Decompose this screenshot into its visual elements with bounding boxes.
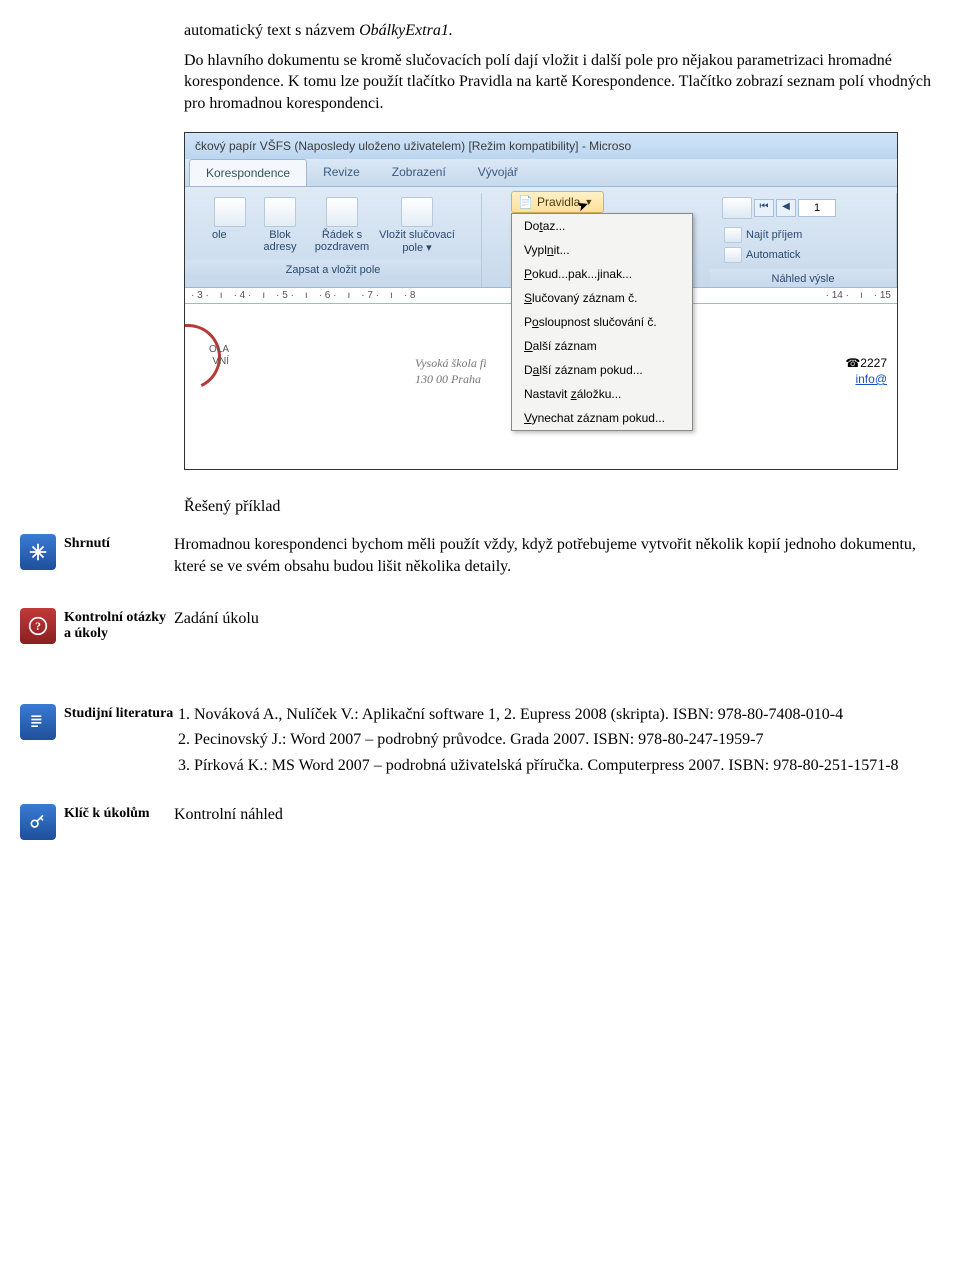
key-label: Klíč k úkolům <box>64 804 174 822</box>
menu-dalsi-zaznam-pokud[interactable]: Další záznam pokud... <box>512 358 692 382</box>
menu-posloupnost[interactable]: Posloupnost slučování č. <box>512 310 692 334</box>
literature-item-1: Nováková A., Nulíček V.: Aplikační softw… <box>194 704 940 726</box>
btn-automaticky[interactable]: Automatick <box>724 247 882 263</box>
literature-icon <box>20 704 56 740</box>
menu-vynechat-zaznam[interactable]: Vynechat záznam pokud... <box>512 406 692 430</box>
svg-text:?: ? <box>35 620 41 633</box>
nav-record-field[interactable]: 1 <box>798 199 836 217</box>
intro-p1-italic: ObálkyExtra1. <box>359 22 453 39</box>
literature-item-3: Pírková K.: MS Word 2007 – podrobná uživ… <box>194 755 940 777</box>
menu-pokud-pak-jinak[interactable]: Pokud...pak...jinak... <box>512 262 692 286</box>
btn-najit-prijem[interactable]: Najít příjem <box>724 227 882 243</box>
btn-left-fragment[interactable]: ole <box>208 195 252 256</box>
key-icon <box>20 804 56 840</box>
insert-merge-field-icon <box>401 197 433 227</box>
find-recipient-icon <box>724 227 742 243</box>
ribbon-tabs: Korespondence Revize Zobrazení Vývojář <box>185 159 897 187</box>
intro-p1-pre: automatický text s názvem <box>184 22 359 39</box>
nav-prev-button[interactable]: ◀ <box>776 199 796 217</box>
rules-icon: 📄 <box>518 195 533 209</box>
preview-results-icon[interactable] <box>722 197 752 219</box>
record-navigator: ⏮ ◀ 1 <box>718 195 888 221</box>
solved-example-heading: Řešený příklad <box>184 498 940 516</box>
window-title: čkový papír VŠFS (Naposledy uloženo uživ… <box>185 133 897 159</box>
tab-revize[interactable]: Revize <box>307 159 376 186</box>
btn-radek-pozdravem[interactable]: Řádek s pozdravem <box>308 195 376 256</box>
btn-blok-adresy[interactable]: Blok adresy <box>252 195 308 256</box>
literature-body: Nováková A., Nulíček V.: Aplikační softw… <box>174 704 940 781</box>
summary-label: Shrnutí <box>64 534 174 552</box>
menu-nastavit-zalozku[interactable]: Nastavit záložku... <box>512 382 692 406</box>
tab-zobrazeni[interactable]: Zobrazení <box>376 159 462 186</box>
ribbon-group-fields: ole Blok adresy Řádek s pozdravem Vložit… <box>185 193 482 287</box>
summary-body: Hromadnou korespondenci bychom měli použ… <box>174 534 940 577</box>
letterhead-text: Vysoká škola fi 130 00 Praha <box>415 356 487 387</box>
group-label-zapsat: Zapsat a vložit pole <box>185 260 481 278</box>
letterhead-email-link[interactable]: info@ <box>845 372 887 388</box>
ribbon-group-preview: ⏮ ◀ 1 Najít příjem Automatick Náhled výs… <box>710 193 897 287</box>
literature-label: Studijní literatura <box>64 704 174 722</box>
letterhead-contact: ☎2227 info@ <box>845 356 887 387</box>
nav-first-button[interactable]: ⏮ <box>754 199 774 217</box>
tab-vyvojar[interactable]: Vývojář <box>462 159 534 186</box>
literature-item-2: Pecinovský J.: Word 2007 – podrobný prův… <box>194 729 940 751</box>
ribbon-area: ole Blok adresy Řádek s pozdravem Vložit… <box>185 187 897 287</box>
menu-dalsi-zaznam[interactable]: Další záznam <box>512 334 692 358</box>
auto-check-icon <box>724 247 742 263</box>
menu-slucovany-zaznam[interactable]: Slučovaný záznam č. <box>512 286 692 310</box>
menu-dotaz[interactable]: Dotaz... <box>512 214 692 238</box>
greeting-line-icon <box>326 197 358 227</box>
group-label-nahled: Náhled výsle <box>710 269 896 287</box>
questions-label: Kontrolní otázky a úkoly <box>64 608 174 642</box>
doc-icon <box>214 197 246 227</box>
intro-paragraph-2: Do hlavního dokumentu se kromě slučovací… <box>184 50 940 115</box>
address-block-icon <box>264 197 296 227</box>
word-ribbon-screenshot: čkový papír VŠFS (Naposledy uloženo uživ… <box>184 132 898 470</box>
questions-icon: ? <box>20 608 56 644</box>
logo-text-fragment: OLA VNÍ <box>185 344 229 368</box>
pravidla-dropdown: Dotaz... Vyplnit... Pokud...pak...jinak.… <box>511 213 693 431</box>
tab-korespondence[interactable]: Korespondence <box>189 159 307 186</box>
btn-vlozit-slucovaci[interactable]: Vložit slučovací pole ▾ <box>376 195 458 256</box>
menu-vyplnit[interactable]: Vyplnit... <box>512 238 692 262</box>
questions-body: Zadání úkolu <box>174 608 940 630</box>
summary-icon <box>20 534 56 570</box>
intro-paragraph-1: automatický text s názvem ObálkyExtra1. <box>184 20 940 42</box>
key-body: Kontrolní náhled <box>174 804 940 826</box>
